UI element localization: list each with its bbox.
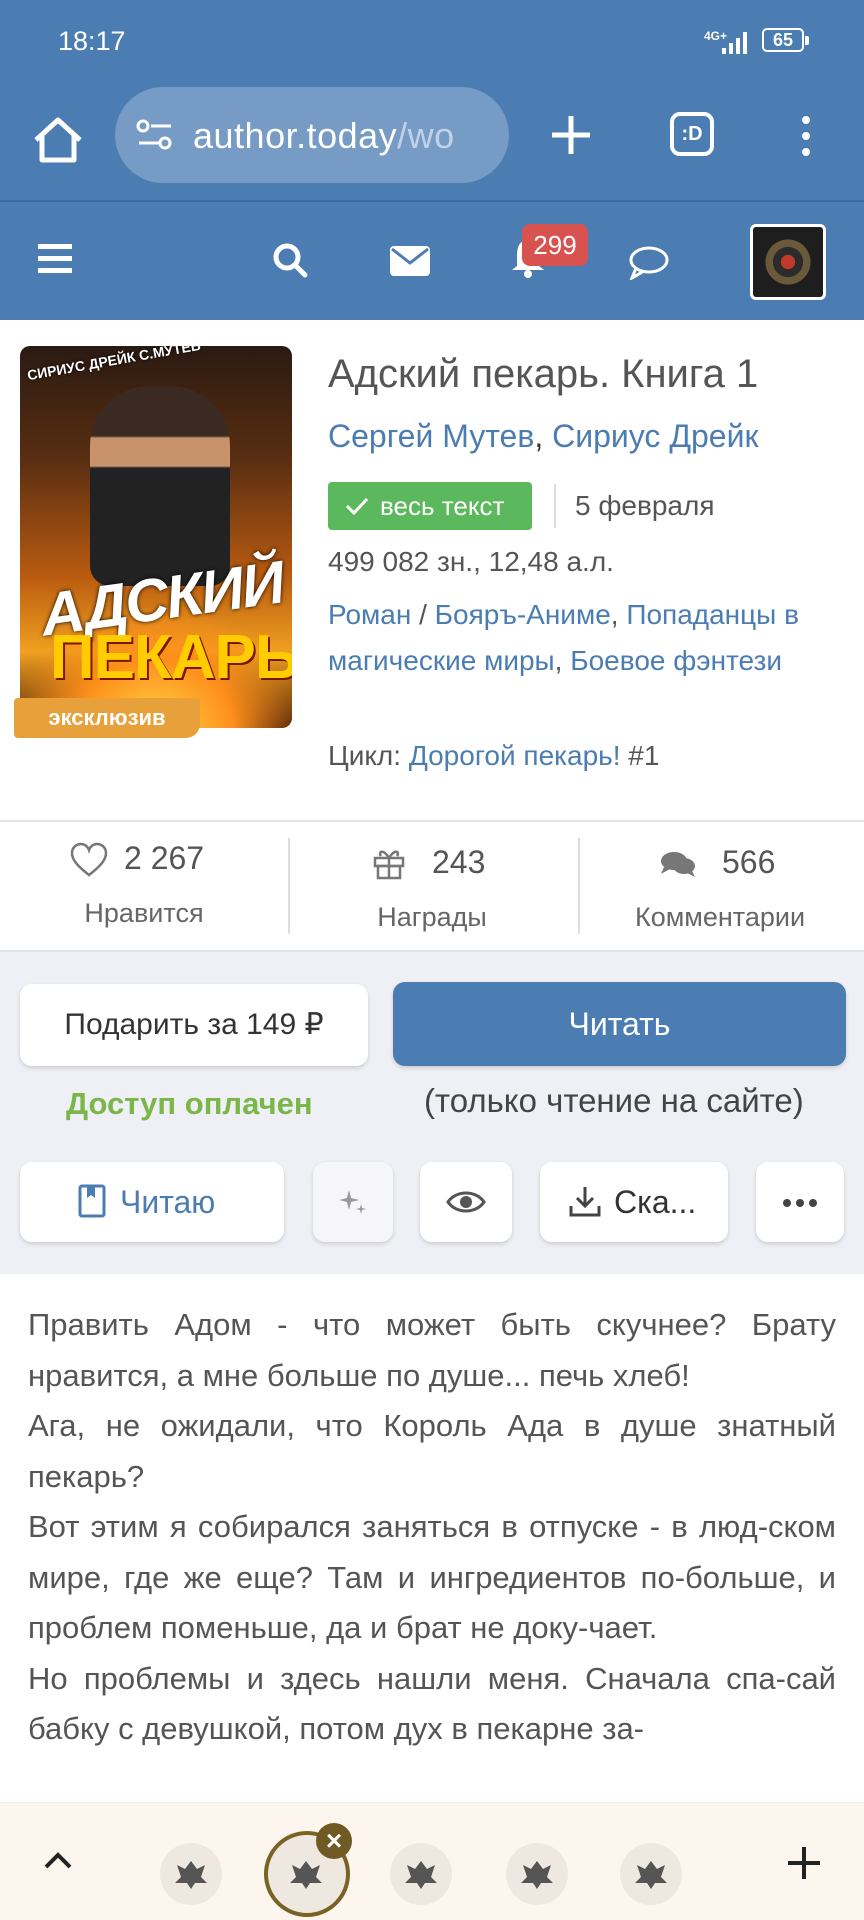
book-title: Адский пекарь. Книга 1 xyxy=(328,352,759,396)
browser-tab[interactable] xyxy=(620,1843,682,1905)
tab-favicon-icon xyxy=(521,1861,553,1889)
annotation-paragraph: Ага, не ожидали, что Король Ада в душе з… xyxy=(28,1408,836,1494)
home-icon[interactable] xyxy=(28,110,88,170)
add-tab-icon[interactable] xyxy=(786,1845,822,1881)
comments-label: Комментарии xyxy=(634,902,806,932)
browser-tab[interactable] xyxy=(160,1843,222,1905)
menu-icon[interactable] xyxy=(38,244,72,274)
sparkle-icon xyxy=(339,1190,366,1214)
search-icon[interactable] xyxy=(272,242,308,278)
author-link[interactable]: Сириус Дрейк xyxy=(552,418,758,454)
url-path: /wo xyxy=(397,115,455,156)
awards-count: 243 xyxy=(432,844,486,880)
publish-date: 5 февраля xyxy=(575,490,715,521)
download-button[interactable]: Ска... xyxy=(540,1162,728,1242)
tab-favicon-icon xyxy=(290,1861,322,1889)
annotation-paragraph: Но проблемы и здесь нашли меня. Сначала … xyxy=(28,1660,836,1747)
read-button[interactable]: Читать xyxy=(393,982,846,1066)
book-stats: 2 267 Нравится 243 Награды 566 Комментар… xyxy=(0,820,864,952)
gift-button[interactable]: Подарить за 149 ₽ xyxy=(20,984,368,1066)
site-header xyxy=(0,200,864,320)
cycle-number: #1 xyxy=(620,740,660,771)
reading-status-label: Читаю xyxy=(120,1184,216,1220)
tab-favicon-icon xyxy=(635,1861,667,1889)
more-button[interactable] xyxy=(756,1162,844,1242)
likes-stat[interactable]: 2 267 Нравится xyxy=(0,822,288,950)
genre-separator: , xyxy=(610,599,627,630)
browser-tab[interactable] xyxy=(506,1843,568,1905)
status-badge: весь текст xyxy=(328,482,532,530)
signal-icon xyxy=(722,30,747,54)
genre-link[interactable]: Роман xyxy=(328,599,411,630)
divider xyxy=(554,484,556,528)
ai-button[interactable] xyxy=(313,1162,393,1242)
book-cycle: Цикл: Дорогой пекарь! #1 xyxy=(328,740,659,772)
download-label: Ска... xyxy=(614,1184,697,1220)
author-link[interactable]: Сергей Мутев xyxy=(328,418,534,454)
access-status: Доступ оплачен xyxy=(66,1086,313,1121)
status-bar: 18:17 4G+ 65 xyxy=(0,0,864,84)
eye-icon xyxy=(446,1191,486,1213)
book-authors: Сергей Мутев, Сириус Дрейк xyxy=(328,418,758,455)
chevron-up-icon[interactable] xyxy=(42,1851,74,1871)
more-icon xyxy=(783,1199,817,1207)
likes-count: 2 267 xyxy=(124,840,205,876)
url-domain: author.today xyxy=(193,115,398,156)
annotation-paragraph: Вот этим я собирался заняться в отпуске … xyxy=(28,1509,836,1645)
status-badge-label: весь текст xyxy=(380,491,505,521)
address-bar[interactable]: author.today/wo xyxy=(115,87,509,183)
likes-label: Нравится xyxy=(84,898,204,928)
tab-favicon-icon xyxy=(405,1861,437,1889)
url-text: author.today/wo xyxy=(193,115,455,157)
reading-status-button[interactable]: Читаю xyxy=(20,1162,284,1242)
genre-separator: / xyxy=(411,599,435,630)
browser-tab-bar: × xyxy=(0,1802,864,1920)
genres: Роман / Бояръ-Аниме, Попаданцы в магичес… xyxy=(328,592,848,684)
status-time: 18:17 xyxy=(58,26,126,56)
genre-link[interactable]: Боевое фэнтези xyxy=(570,645,782,676)
comments-stat[interactable]: 566 Комментарии xyxy=(576,822,864,950)
annotation-paragraph: Править Адом - что может быть скучнее? Б… xyxy=(28,1307,836,1393)
cycle-label: Цикл: xyxy=(328,740,409,771)
read-note: (только чтение на сайте) xyxy=(424,1082,804,1119)
bookmark-book-icon xyxy=(78,1184,106,1218)
browser-tab[interactable] xyxy=(390,1843,452,1905)
genre-separator: , xyxy=(554,645,571,676)
cover-authors: СИРИУС ДРЕЙК С.МУТЕВ xyxy=(25,346,202,384)
heart-icon xyxy=(70,842,108,877)
watch-button[interactable] xyxy=(420,1162,512,1242)
author-separator: , xyxy=(534,418,553,454)
exclusive-badge: эксклюзив xyxy=(14,698,200,738)
cycle-link[interactable]: Дорогой пекарь! xyxy=(409,740,621,771)
genre-link[interactable]: Бояръ-Аниме xyxy=(435,599,611,630)
browser-toolbar: author.today/wo :D xyxy=(0,84,864,200)
site-settings-icon[interactable] xyxy=(135,117,175,153)
book-annotation: Править Адом - что может быть скучнее? Б… xyxy=(28,1300,836,1755)
mail-icon[interactable] xyxy=(390,246,430,276)
cover-title-line2: ПЕКАРЬ xyxy=(50,623,292,692)
gift-icon xyxy=(373,850,405,880)
user-avatar[interactable] xyxy=(750,224,826,300)
check-icon xyxy=(345,497,369,516)
book-size: 499 082 зн., 12,48 а.л. xyxy=(328,546,614,577)
notifications-badge: 299 xyxy=(522,224,588,266)
download-icon xyxy=(569,1187,601,1217)
chat-icon[interactable] xyxy=(628,246,670,280)
tabs-counter-button[interactable]: :D xyxy=(670,112,714,156)
new-tab-icon[interactable] xyxy=(546,110,596,160)
browser-menu-icon[interactable] xyxy=(796,114,816,158)
battery-level: 65 xyxy=(772,30,794,50)
awards-stat[interactable]: 243 Награды xyxy=(288,822,576,950)
comments-count: 566 xyxy=(722,844,776,880)
awards-label: Награды xyxy=(377,902,487,932)
comments-icon xyxy=(661,852,695,877)
tab-favicon-icon xyxy=(175,1861,207,1889)
book-cover[interactable]: СИРИУС ДРЕЙК С.МУТЕВ АДСКИЙ ПЕКАРЬ xyxy=(20,346,292,728)
close-tab-icon[interactable]: × xyxy=(316,1823,352,1859)
battery-icon: 65 xyxy=(762,28,809,52)
